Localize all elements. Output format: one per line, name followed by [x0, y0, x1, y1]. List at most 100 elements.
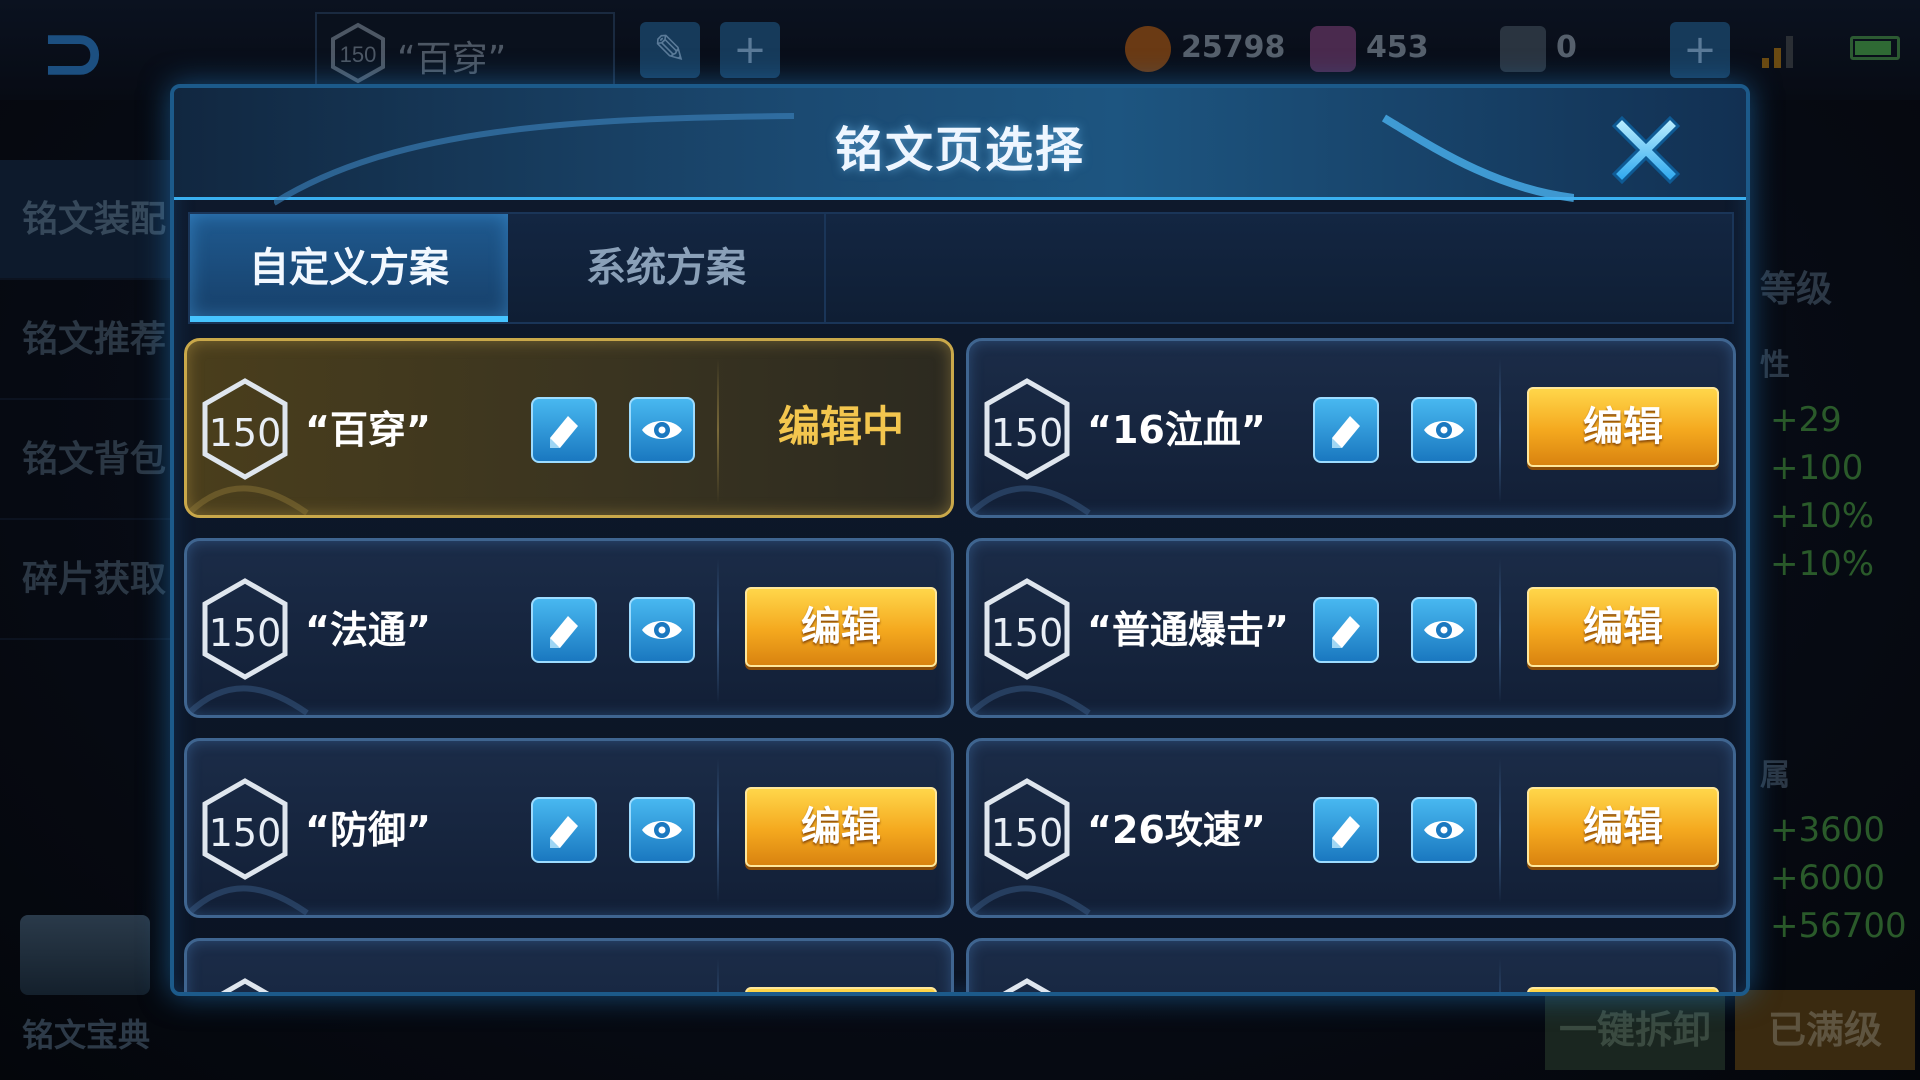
voucher-amount: 0: [1556, 30, 1577, 65]
book-icon[interactable]: [20, 915, 150, 995]
card-divider: [717, 959, 719, 992]
maxed-button[interactable]: 已满级: [1735, 990, 1915, 1070]
level-heading: 等级: [1760, 269, 1833, 310]
rune-page-card[interactable]: 150 “百穿” 编辑中: [184, 338, 954, 518]
gold-counter: 25798: [1125, 24, 1285, 72]
add-page-button[interactable]: +: [720, 22, 780, 78]
diamond-counter: 453: [1310, 24, 1429, 72]
close-icon[interactable]: [1604, 108, 1688, 192]
page-level: 150: [208, 411, 282, 455]
stat-value: +6000: [1770, 858, 1886, 898]
page-level: 150: [990, 611, 1064, 655]
page-name: “普通爆击”: [1087, 608, 1289, 652]
rune-page-card[interactable]: 150 “防御” 编辑: [184, 738, 954, 918]
sidebar-item-backpack[interactable]: 铭文背包: [0, 400, 170, 520]
current-page-indicator[interactable]: 150 “百穿”: [315, 12, 615, 88]
eye-icon: [642, 821, 682, 839]
edit-button[interactable]: 编辑: [1527, 587, 1719, 667]
preview-button[interactable]: [629, 597, 695, 663]
preview-button[interactable]: [1411, 397, 1477, 463]
pencil-icon: [1332, 616, 1360, 648]
card-divider: [1499, 559, 1501, 703]
page-name: “26攻速”: [1087, 808, 1266, 852]
gold-coin-icon: [1125, 25, 1171, 72]
eye-icon: [642, 621, 682, 639]
rename-button[interactable]: [1313, 797, 1379, 863]
sidebar-item-recommend[interactable]: 铭文推荐: [0, 280, 170, 400]
preview-button[interactable]: [629, 397, 695, 463]
diamond-icon: [1310, 25, 1356, 72]
card-divider: [717, 759, 719, 903]
pencil-icon: [550, 416, 578, 448]
dialog-header: 铭文页选择: [174, 88, 1746, 206]
voucher-counter: 0: [1500, 24, 1577, 72]
rune-page-card[interactable]: 150 “26攻速” 编辑: [966, 738, 1736, 918]
attr-heading-2: 属: [1760, 758, 1790, 793]
right-stats-panel: 等级 性 +29 +100 +10% +10% 属 +3600 +6000 +5…: [1760, 100, 1920, 980]
stat-value: +29: [1770, 400, 1842, 440]
page-name: “防御”: [305, 808, 431, 852]
stat-value: +10%: [1770, 496, 1875, 536]
page-level: 150: [990, 411, 1064, 455]
edit-button[interactable]: 编辑: [745, 787, 937, 867]
edit-button[interactable]: 编辑: [1527, 387, 1719, 467]
battery-icon: [1850, 36, 1900, 60]
page-name: “百穿”: [305, 408, 431, 452]
stat-value: +100: [1770, 448, 1864, 488]
sidebar-item-fragments[interactable]: 碎片获取: [0, 520, 170, 640]
tab-system-plans[interactable]: 系统方案: [508, 214, 826, 322]
card-divider: [1499, 359, 1501, 503]
level-hexagon-icon: [220, 978, 270, 992]
eye-icon: [642, 421, 682, 439]
rune-page-select-dialog: 铭文页选择 自定义方案 系统方案 150 “百穿” 编辑中 150 “16泣血”…: [170, 84, 1750, 996]
book-label[interactable]: 铭文宝典: [22, 1010, 150, 1056]
back-arrow-icon[interactable]: ⊃: [40, 13, 160, 93]
current-page-name: “百穿”: [397, 39, 507, 80]
pencil-icon: [550, 816, 578, 848]
level-hexagon-icon: [1002, 978, 1052, 992]
pencil-icon: [550, 616, 578, 648]
rename-button[interactable]: [531, 397, 597, 463]
level-hexagon-icon: 150: [331, 22, 385, 84]
rename-button[interactable]: [531, 797, 597, 863]
disassemble-button[interactable]: 一键拆卸: [1545, 990, 1725, 1070]
edit-button[interactable]: [1527, 987, 1719, 992]
page-level: 150: [208, 811, 282, 855]
diamond-amount: 453: [1366, 30, 1429, 65]
tab-custom-plans[interactable]: 自定义方案: [190, 214, 508, 322]
rune-page-card[interactable]: 150 “16泣血” 编辑: [966, 338, 1736, 518]
sidebar: 铭文装配 铭文推荐 铭文背包 碎片获取: [0, 160, 170, 640]
preview-button[interactable]: [1411, 597, 1477, 663]
pencil-icon[interactable]: ✎: [640, 22, 700, 78]
preview-button[interactable]: [1411, 797, 1477, 863]
card-divider: [717, 559, 719, 703]
page-level: 150: [990, 811, 1064, 855]
rune-page-card[interactable]: 150 “普通爆击” 编辑: [966, 538, 1736, 718]
preview-button[interactable]: [629, 797, 695, 863]
svg-text:150: 150: [340, 42, 377, 67]
eye-icon: [1424, 821, 1464, 839]
gold-amount: 25798: [1181, 30, 1286, 65]
edit-button[interactable]: [745, 987, 937, 992]
pencil-icon: [1332, 816, 1360, 848]
rename-button[interactable]: [531, 597, 597, 663]
rune-page-list[interactable]: 150 “百穿” 编辑中 150 “16泣血” 编辑 150 “法通” 编辑 1…: [184, 338, 1736, 992]
voucher-icon: [1500, 25, 1546, 72]
rename-button[interactable]: [1313, 597, 1379, 663]
rune-page-card-partial[interactable]: [966, 938, 1736, 992]
edit-button[interactable]: 编辑: [1527, 787, 1719, 867]
rune-page-card[interactable]: 150 “法通” 编辑: [184, 538, 954, 718]
stat-value: +10%: [1770, 544, 1875, 584]
rename-button[interactable]: [1313, 397, 1379, 463]
recharge-button[interactable]: +: [1670, 22, 1730, 78]
page-name: “16泣血”: [1087, 408, 1266, 452]
card-divider: [1499, 959, 1501, 992]
attr-heading: 性: [1760, 348, 1790, 383]
rune-page-card-partial[interactable]: [184, 938, 954, 992]
page-name: “法通”: [305, 608, 431, 652]
edit-button[interactable]: 编辑: [745, 587, 937, 667]
pencil-icon: [1332, 416, 1360, 448]
stat-value: +3600: [1770, 810, 1886, 850]
sidebar-item-equip[interactable]: 铭文装配: [0, 160, 170, 280]
tab-bar: 自定义方案 系统方案: [188, 212, 1734, 324]
